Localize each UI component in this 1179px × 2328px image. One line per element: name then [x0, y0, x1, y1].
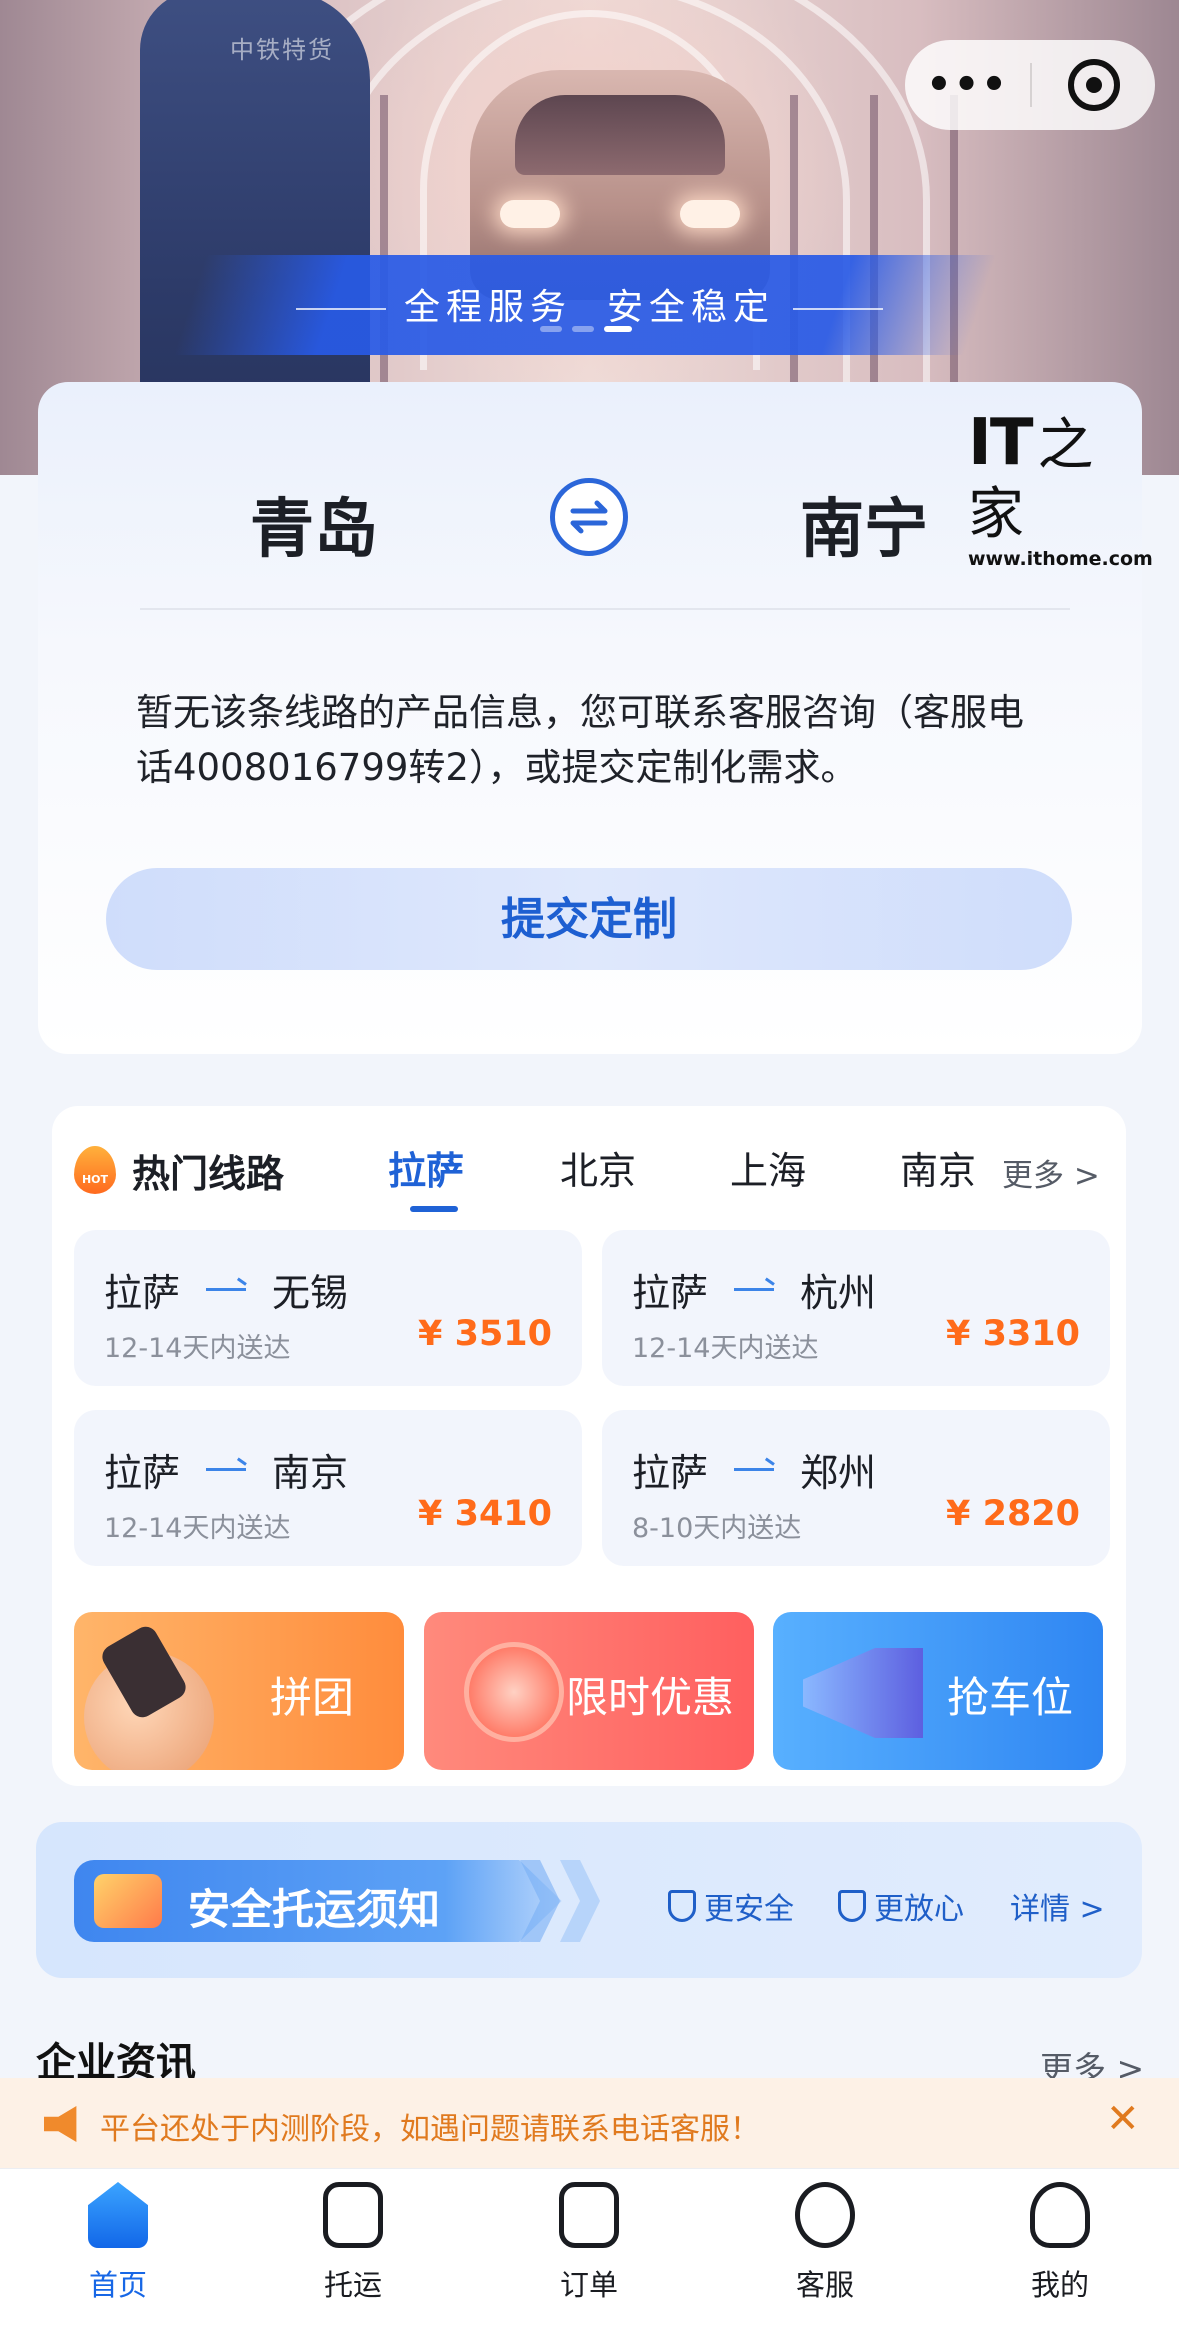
- route-from: 拉萨: [632, 1451, 709, 1495]
- tab-shanghai[interactable]: 上海: [730, 1140, 806, 1195]
- route-from: 拉萨: [632, 1271, 709, 1315]
- tab-label: 客服: [795, 2268, 854, 2302]
- route-days: 8-10天内送达: [632, 1513, 802, 1544]
- tab-profile[interactable]: 我的: [990, 2182, 1130, 2304]
- tab-label: 首页: [88, 2268, 147, 2302]
- home-icon: [88, 2182, 148, 2248]
- destination-city[interactable]: 南宁: [800, 478, 928, 570]
- assured-badge: 更放心: [838, 1884, 964, 1928]
- headset-icon: [795, 2182, 855, 2248]
- route-to: 杭州: [800, 1271, 877, 1315]
- route-to: 无锡: [272, 1271, 349, 1315]
- more-menu-icon[interactable]: •••: [905, 55, 1030, 115]
- tab-home[interactable]: 首页: [48, 2182, 188, 2304]
- ithome-logo-it: IT: [968, 406, 1033, 480]
- tab-label: 托运: [323, 2268, 382, 2302]
- route-days: 12-14天内送达: [632, 1333, 819, 1364]
- carousel-dots: [540, 326, 632, 332]
- route-days: 12-14天内送达: [104, 1333, 291, 1364]
- hot-routes-title: 热门线路: [132, 1151, 285, 1196]
- route-days: 12-14天内送达: [104, 1513, 291, 1544]
- alarm-clock-icon: [464, 1642, 564, 1742]
- carousel-dot-active: [604, 326, 632, 332]
- route-divider: [140, 608, 1070, 610]
- tab-lhasa[interactable]: 拉萨: [388, 1140, 464, 1195]
- ithome-watermark: IT 之家 www.ithome.com: [968, 410, 1153, 570]
- route-price: ¥ 3510: [418, 1314, 552, 1354]
- no-product-message: 暂无该条线路的产品信息，您可联系客服咨询（客服电话4008016799转2），或…: [136, 691, 1024, 789]
- car-headlight: [500, 200, 560, 228]
- miniprogram-capsule: •••: [905, 40, 1155, 130]
- truck-icon: [94, 1874, 162, 1928]
- slogan-line: [296, 308, 387, 310]
- carousel-dot: [540, 326, 562, 332]
- route-to: 南京: [272, 1451, 349, 1495]
- car-headlight: [680, 200, 740, 228]
- ithome-logo: IT 之家: [968, 410, 1128, 548]
- shield-check-icon: [838, 1890, 866, 1922]
- route-price: ¥ 3410: [418, 1494, 552, 1534]
- safer-badge: 更安全: [668, 1884, 794, 1928]
- tab-label: 订单: [559, 2268, 618, 2302]
- order-clipboard-icon: [559, 2182, 619, 2248]
- close-announcement-button[interactable]: ✕: [1106, 2096, 1140, 2142]
- active-tab-indicator: [410, 1206, 458, 1212]
- safety-details-link[interactable]: 详情 >: [1010, 1884, 1105, 1928]
- swap-arrows-icon: [570, 500, 608, 534]
- route-from: 拉萨: [104, 1271, 181, 1315]
- announcement-text: 平台还处于内测阶段，如遇问题请联系电话客服！: [100, 2112, 760, 2147]
- safety-title: 安全托运须知: [188, 1885, 441, 1934]
- route-cities: 拉萨 郑州: [632, 1442, 876, 1497]
- route-item[interactable]: 拉萨 南京 12-14天内送达 ¥ 3410: [74, 1410, 582, 1566]
- tab-label: 我的: [1030, 2268, 1089, 2302]
- promo-label: 拼团: [269, 1673, 354, 1722]
- route-to: 郑州: [800, 1451, 877, 1495]
- route-arrow-icon: [734, 1468, 775, 1471]
- route-cities: 拉萨 南京: [104, 1442, 348, 1497]
- fire-icon: HOT: [74, 1146, 116, 1194]
- worker-label: 中铁特货: [230, 36, 334, 64]
- route-arrow-icon: [734, 1288, 775, 1291]
- safer-text: 更安全: [704, 1892, 794, 1927]
- slogan-left: 全程服务: [404, 287, 573, 328]
- grab-slot-banner[interactable]: 抢车位: [773, 1612, 1103, 1770]
- tab-orders[interactable]: 订单: [519, 2182, 659, 2304]
- route-cities: 拉萨 杭州: [632, 1262, 876, 1317]
- swap-cities-button[interactable]: [550, 478, 628, 556]
- route-price: ¥ 3310: [946, 1314, 1080, 1354]
- route-price: ¥ 2820: [946, 1494, 1080, 1534]
- carousel-dot: [572, 326, 594, 332]
- more-routes-link[interactable]: 更多 >: [1002, 1150, 1100, 1195]
- route-item[interactable]: 拉萨 郑州 8-10天内送达 ¥ 2820: [602, 1410, 1110, 1566]
- promo-label: 抢车位: [946, 1673, 1073, 1722]
- tab-beijing[interactable]: 北京: [560, 1140, 636, 1195]
- target-circle-icon: [1067, 59, 1120, 111]
- ithome-url: www.ithome.com: [968, 548, 1153, 570]
- shield-check-icon: [668, 1890, 696, 1922]
- tab-consign[interactable]: 托运: [283, 2182, 423, 2304]
- promo-label: 限时优惠: [565, 1673, 734, 1722]
- route-arrow-icon: [206, 1288, 247, 1291]
- route-arrow-icon: [206, 1468, 247, 1471]
- hero-slogan: 全程服务 安全稳定: [0, 278, 1179, 330]
- group-buy-banner[interactable]: 拼团: [74, 1612, 404, 1770]
- person-icon: [1030, 2182, 1090, 2248]
- close-miniprogram-button[interactable]: [1032, 59, 1155, 111]
- assured-text: 更放心: [874, 1892, 964, 1927]
- hot-routes-header: HOT 热门线路: [74, 1140, 284, 1200]
- megaphone-icon: [803, 1648, 923, 1738]
- tab-service[interactable]: 客服: [755, 2182, 895, 2304]
- route-cities: 拉萨 无锡: [104, 1262, 348, 1317]
- slogan-line: [792, 308, 883, 310]
- tab-nanjing[interactable]: 南京: [900, 1140, 976, 1195]
- origin-city[interactable]: 青岛: [250, 478, 378, 570]
- train-icon: [323, 2182, 383, 2248]
- car-window: [515, 95, 725, 175]
- slogan-right: 安全稳定: [606, 287, 775, 328]
- route-from: 拉萨: [104, 1451, 181, 1495]
- limited-offer-banner[interactable]: 限时优惠: [424, 1612, 754, 1770]
- route-item[interactable]: 拉萨 无锡 12-14天内送达 ¥ 3510: [74, 1230, 582, 1386]
- route-item[interactable]: 拉萨 杭州 12-14天内送达 ¥ 3310: [602, 1230, 1110, 1386]
- submit-custom-button[interactable]: 提交定制: [106, 868, 1072, 970]
